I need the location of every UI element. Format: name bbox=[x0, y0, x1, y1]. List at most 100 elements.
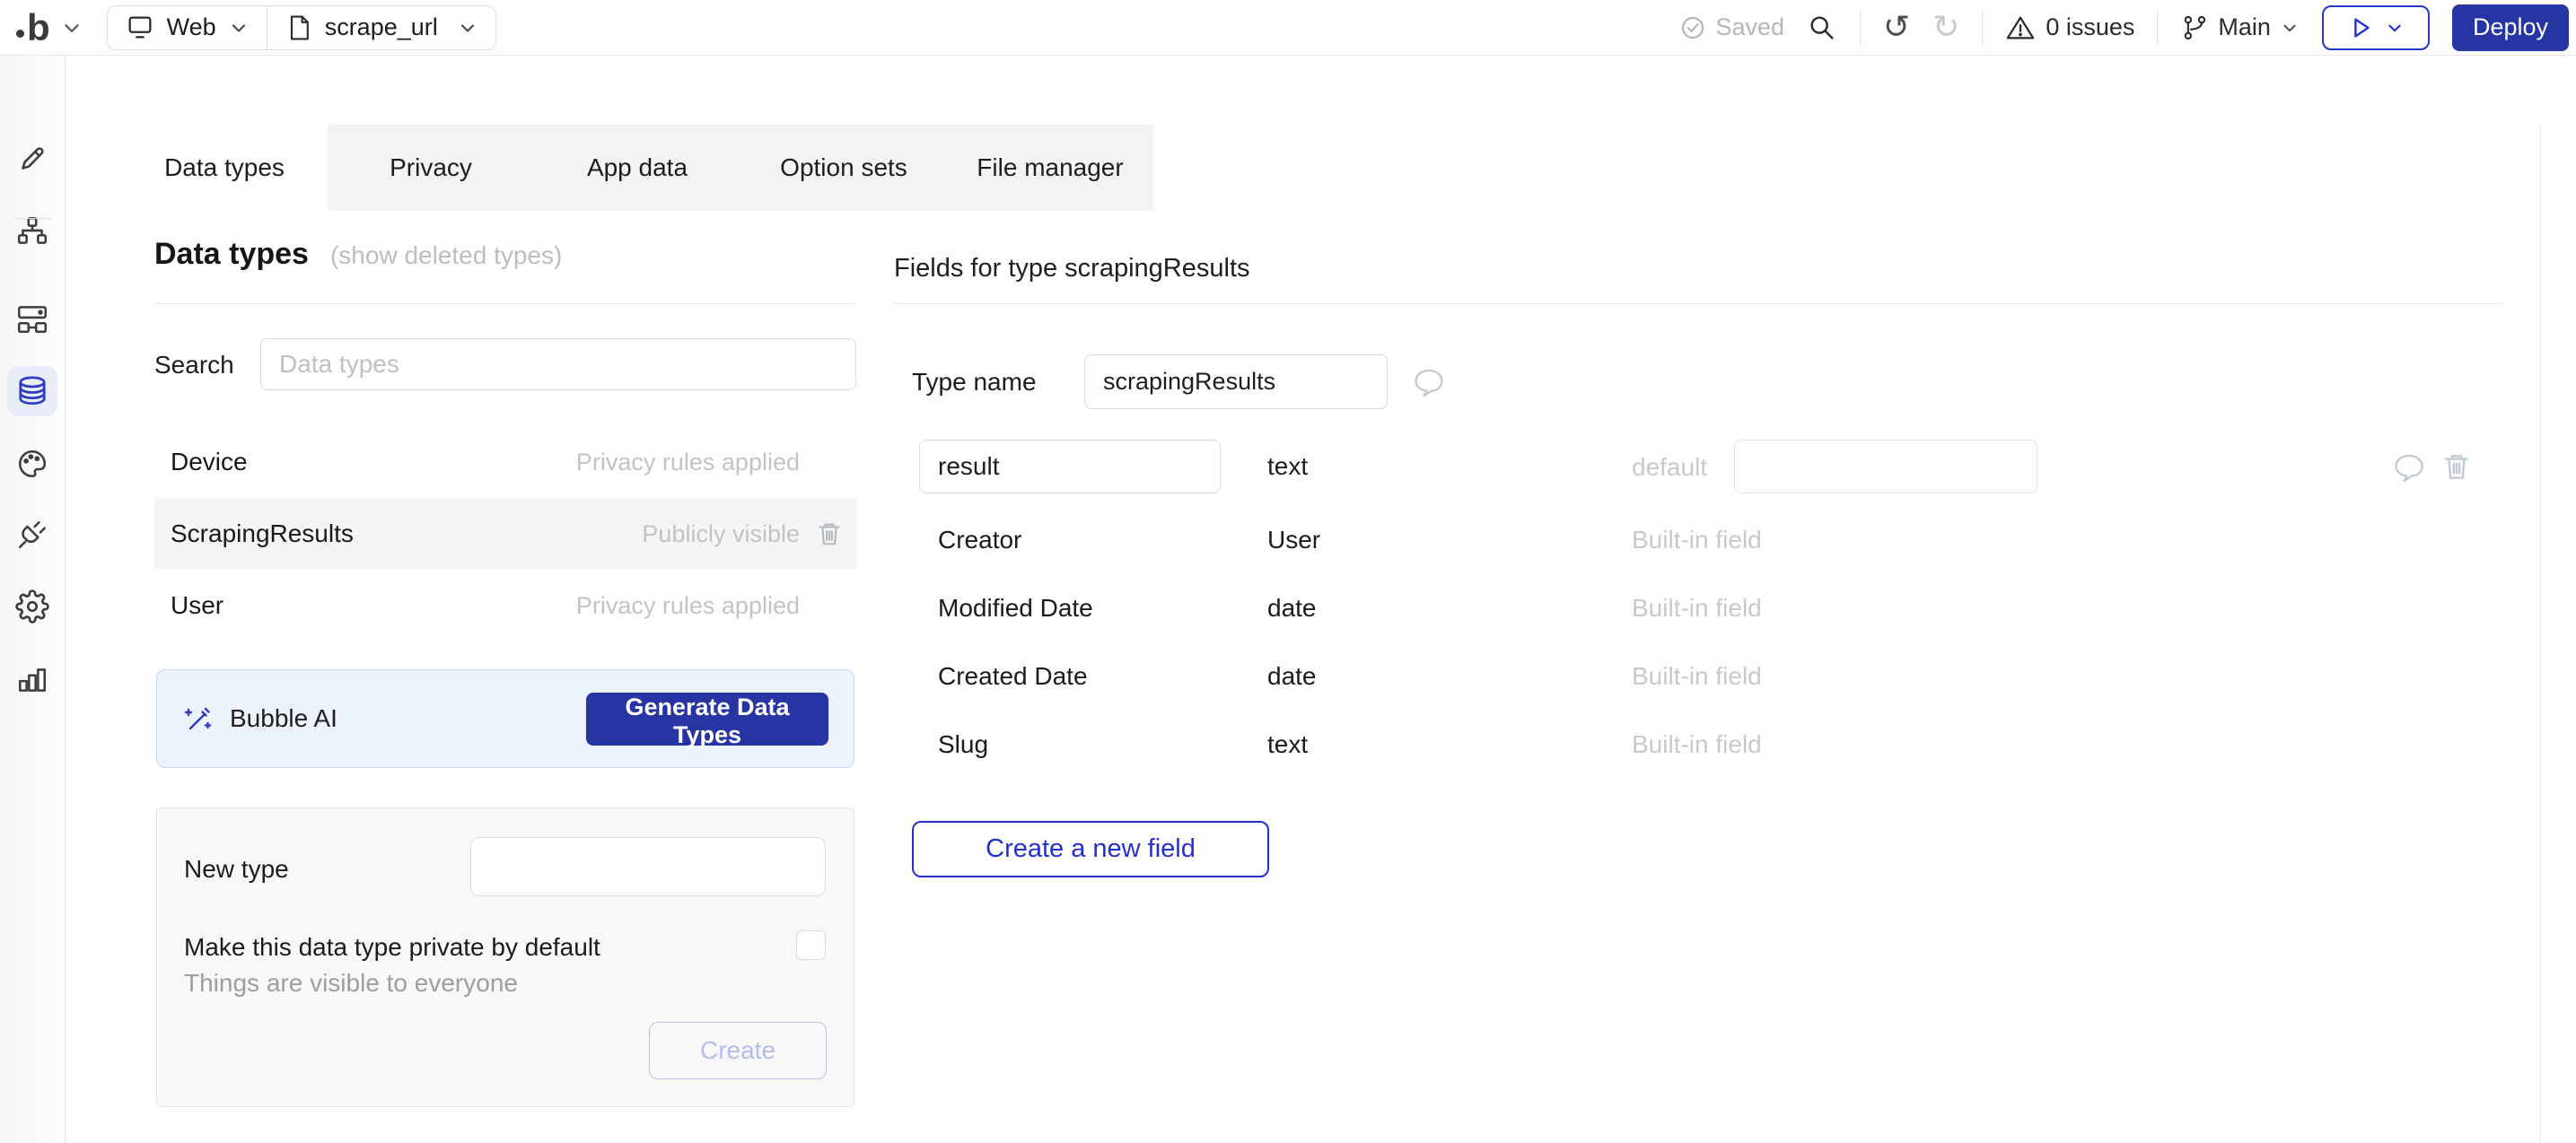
builtin-field-note: Built-in field bbox=[1632, 594, 1762, 623]
git-branch-icon bbox=[2180, 13, 2209, 42]
sidebar bbox=[0, 56, 66, 1143]
type-name-input[interactable] bbox=[1084, 354, 1388, 409]
bubble-ai-card: Bubble AI Generate Data Types bbox=[156, 669, 854, 768]
data-type-name: ScrapingResults bbox=[171, 519, 354, 548]
platform-label: Web bbox=[167, 13, 216, 41]
field-name-label: Created Date bbox=[938, 662, 1088, 691]
generate-data-types-button[interactable]: Generate Data Types bbox=[586, 693, 828, 746]
bubble-logo-letter: b bbox=[27, 9, 49, 47]
palette-icon bbox=[15, 447, 49, 481]
search-button[interactable] bbox=[1807, 13, 1837, 43]
bubble-editor-window: b Web scrap bbox=[0, 0, 2576, 1143]
topbar: b Web scrap bbox=[0, 0, 2576, 56]
bubble-ai-label: Bubble AI bbox=[230, 704, 337, 733]
field-row-creator: Creator User Built-in field bbox=[912, 526, 2504, 563]
builtin-field-note: Built-in field bbox=[1632, 730, 1762, 759]
topbar-divider bbox=[1982, 10, 1983, 46]
pencil-icon bbox=[15, 142, 49, 176]
play-icon bbox=[2347, 14, 2374, 41]
data-type-row-scrapingresults[interactable]: ScrapingResults Publicly visible bbox=[154, 498, 857, 570]
field-name-label: Slug bbox=[938, 730, 988, 759]
monitor-icon bbox=[125, 13, 155, 43]
preview-button[interactable] bbox=[2322, 5, 2430, 50]
warning-triangle-icon bbox=[2005, 13, 2036, 43]
gear-icon bbox=[15, 589, 49, 624]
sidebar-item-backend-workflows[interactable] bbox=[7, 293, 57, 344]
delete-type-trash-icon[interactable] bbox=[814, 519, 845, 549]
database-icon bbox=[15, 374, 49, 408]
tab-app-data[interactable]: App data bbox=[534, 125, 740, 211]
sidebar-item-settings[interactable] bbox=[7, 581, 57, 632]
builtin-field-note: Built-in field bbox=[1632, 526, 1762, 554]
field-name-label: Creator bbox=[938, 526, 1021, 554]
deploy-button[interactable]: Deploy bbox=[2452, 4, 2569, 51]
magic-wand-icon bbox=[182, 702, 215, 735]
check-circle-icon bbox=[1678, 13, 1707, 42]
sidebar-item-logs[interactable] bbox=[7, 654, 57, 704]
page-label: scrape_url bbox=[325, 13, 438, 41]
create-new-field-button[interactable]: Create a new field bbox=[912, 821, 1269, 877]
issues-count-label: 0 issues bbox=[2046, 13, 2134, 41]
save-status: Saved bbox=[1678, 13, 1784, 42]
sidebar-item-styles[interactable] bbox=[7, 439, 57, 489]
tab-privacy[interactable]: Privacy bbox=[328, 125, 534, 211]
data-type-row-user[interactable]: User Privacy rules applied bbox=[154, 570, 857, 641]
field-default-input[interactable] bbox=[1734, 440, 2037, 493]
field-name-input[interactable] bbox=[919, 440, 1221, 493]
tab-option-sets[interactable]: Option sets bbox=[740, 125, 947, 211]
tab-file-manager[interactable]: File manager bbox=[947, 125, 1153, 211]
data-type-name: User bbox=[171, 591, 223, 620]
data-type-status: Publicly visible bbox=[642, 520, 800, 548]
sidebar-item-data[interactable] bbox=[7, 366, 57, 416]
comment-bubble-icon[interactable] bbox=[2391, 449, 2427, 485]
tab-data-types[interactable]: Data types bbox=[121, 125, 328, 211]
private-by-default-checkbox[interactable] bbox=[796, 930, 826, 960]
branch-label: Main bbox=[2218, 13, 2271, 41]
search-label: Search bbox=[154, 351, 234, 380]
bubble-logo-dot-icon bbox=[16, 30, 24, 38]
data-tabbar: Data types Privacy App data Option sets … bbox=[121, 125, 1153, 211]
sidebar-item-workflow[interactable] bbox=[7, 206, 57, 257]
fields-panel-right-border bbox=[2540, 125, 2541, 1143]
field-type-label: text bbox=[1267, 730, 1308, 759]
page-selector[interactable]: scrape_url bbox=[267, 6, 495, 49]
show-deleted-types-link[interactable]: (show deleted types) bbox=[330, 241, 562, 270]
sidebar-item-design[interactable] bbox=[7, 134, 57, 184]
environment-switcher: Web scrape_url bbox=[107, 5, 496, 50]
delete-field-trash-icon[interactable] bbox=[2440, 449, 2474, 484]
page-file-icon bbox=[285, 13, 313, 42]
app-menu-chevron-icon[interactable] bbox=[60, 16, 83, 39]
redo-icon: ↻ bbox=[1932, 12, 1959, 44]
type-name-row: Type name bbox=[912, 353, 1447, 410]
undo-icon: ↺ bbox=[1883, 12, 1910, 44]
components-icon bbox=[15, 301, 49, 336]
fields-panel-divider bbox=[894, 303, 2504, 304]
undo-button[interactable]: ↺ bbox=[1883, 12, 1910, 44]
data-type-status: Privacy rules applied bbox=[576, 592, 800, 620]
builtin-field-note: Built-in field bbox=[1632, 662, 1762, 691]
create-type-button[interactable]: Create bbox=[649, 1022, 827, 1079]
data-type-row-device[interactable]: Device Privacy rules applied bbox=[154, 426, 857, 498]
topbar-left: b Web scrap bbox=[0, 0, 496, 55]
data-types-heading-row: Data types (show deleted types) bbox=[154, 237, 562, 272]
workflow-tree-icon bbox=[15, 214, 49, 249]
field-row-modified-date: Modified Date date Built-in field bbox=[912, 594, 2504, 632]
private-by-default-label: Make this data type private by default bbox=[184, 933, 600, 962]
redo-button[interactable]: ↻ bbox=[1932, 12, 1959, 44]
sidebar-item-plugins[interactable] bbox=[7, 510, 57, 560]
plug-icon bbox=[15, 518, 49, 552]
platform-selector[interactable]: Web bbox=[108, 6, 267, 49]
topbar-divider bbox=[2157, 10, 2158, 46]
issues-indicator[interactable]: 0 issues bbox=[2005, 13, 2134, 43]
field-row-slug: Slug text Built-in field bbox=[912, 730, 2504, 768]
branch-selector[interactable]: Main bbox=[2180, 13, 2300, 42]
data-type-name: Device bbox=[171, 448, 248, 476]
field-type-label: text bbox=[1267, 452, 1308, 481]
left-panel-divider bbox=[154, 303, 857, 304]
sidebar-divider bbox=[13, 218, 52, 219]
new-type-name-input[interactable] bbox=[470, 837, 826, 896]
bubble-logo[interactable]: b bbox=[16, 9, 49, 47]
search-input[interactable] bbox=[260, 338, 856, 390]
comment-bubble-icon[interactable] bbox=[1411, 364, 1447, 400]
fields-panel-title: Fields for type scrapingResults bbox=[894, 254, 1250, 284]
